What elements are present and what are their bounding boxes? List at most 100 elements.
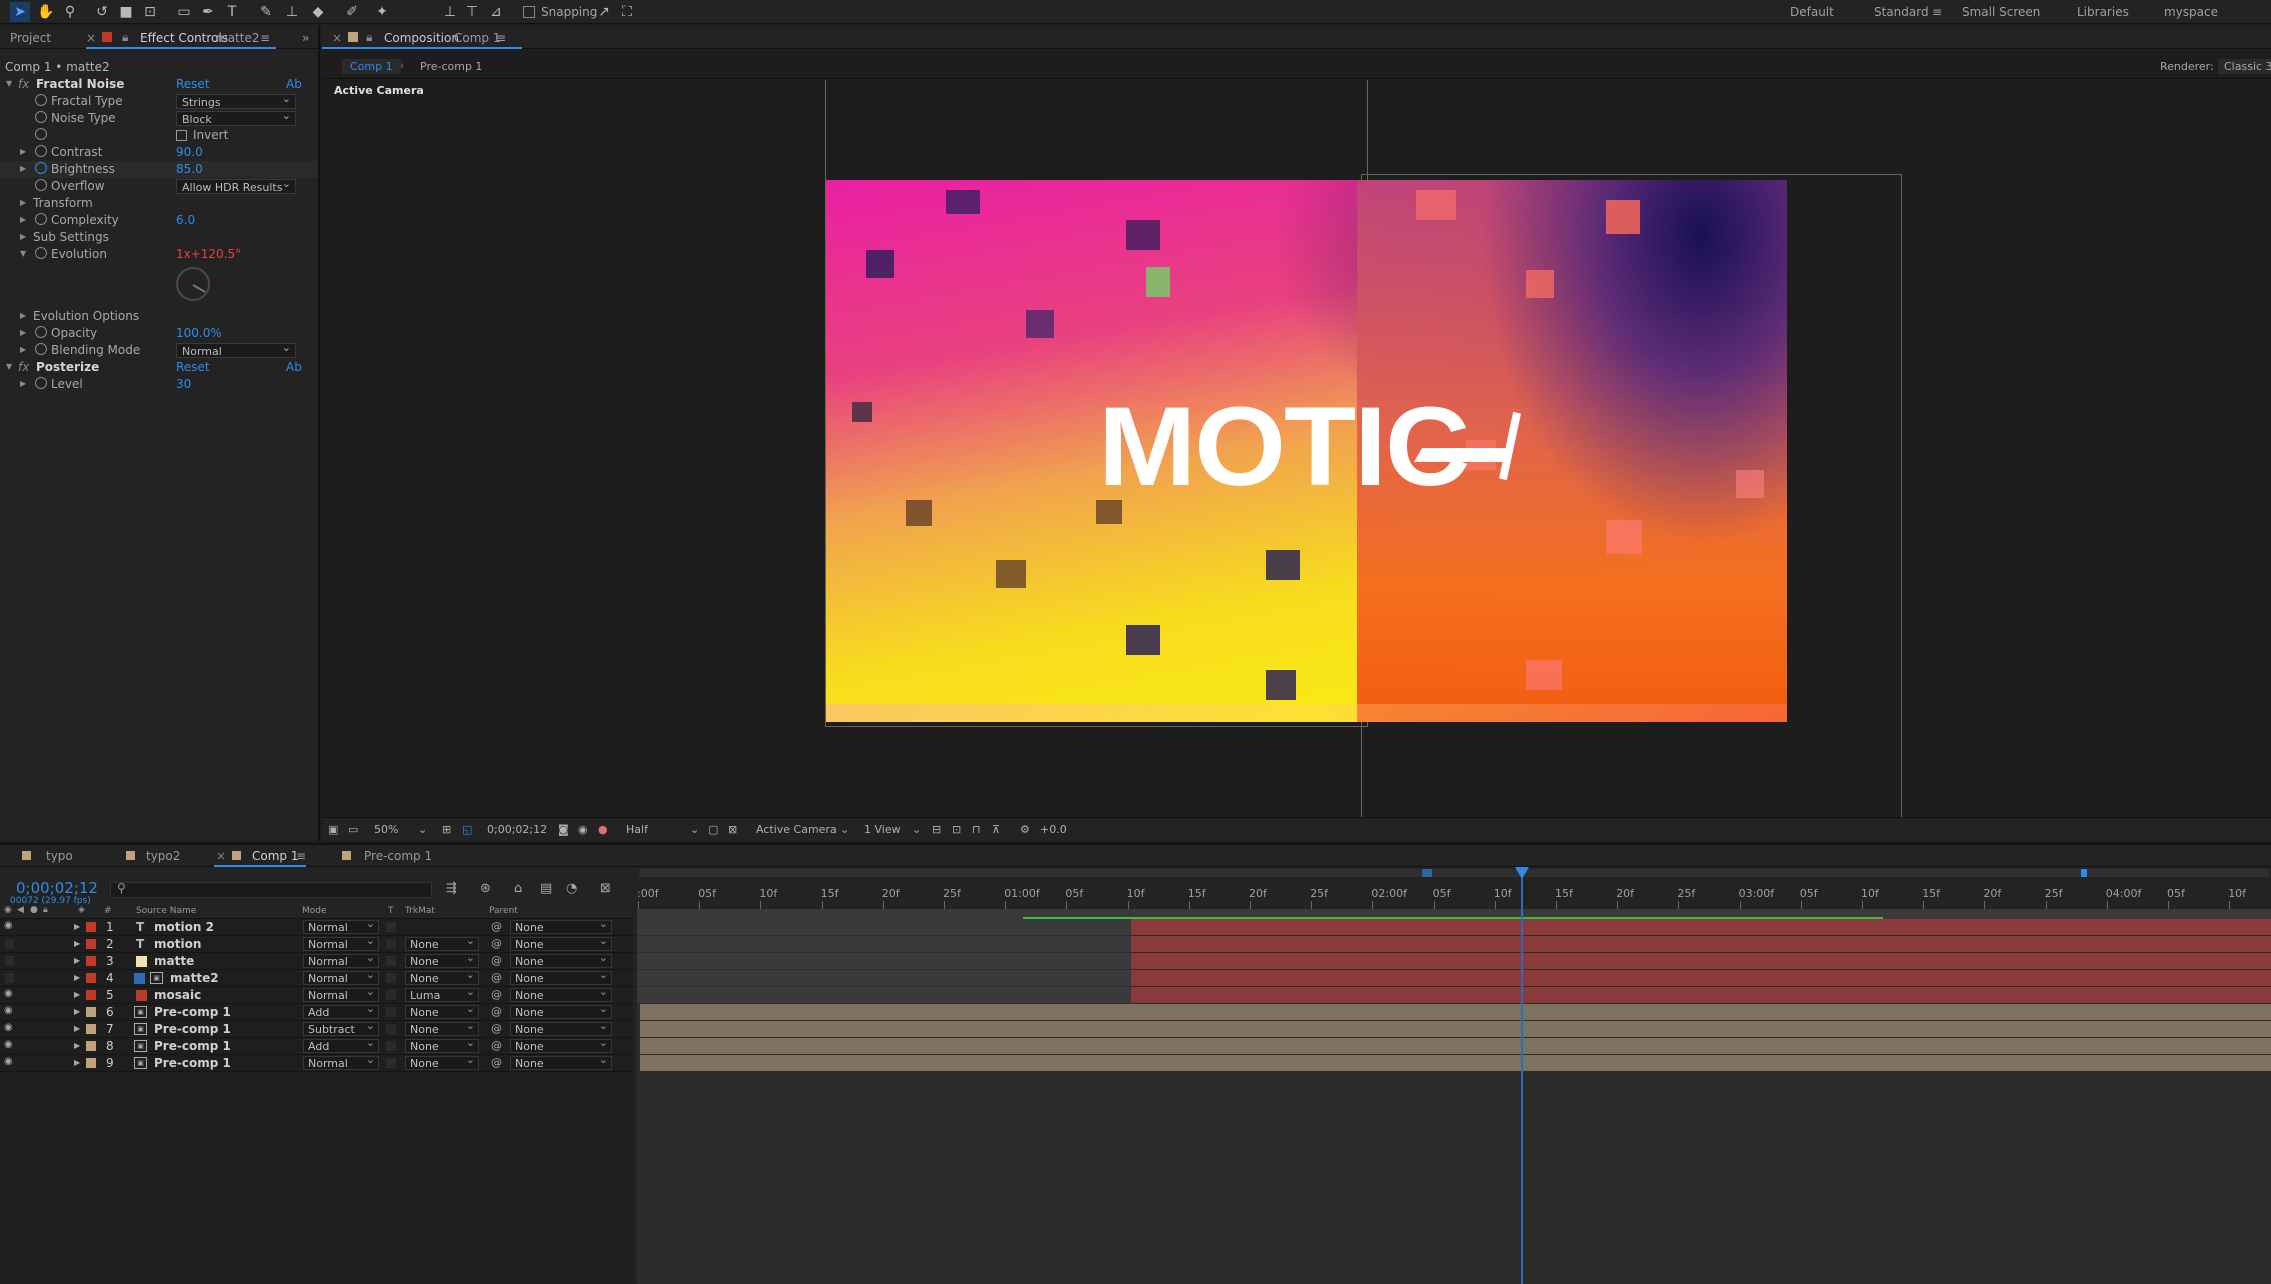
zoom-dropdown-arrow-icon[interactable]: ⌄ [418, 823, 427, 836]
blending-mode-dropdown[interactable]: Normal [176, 341, 296, 358]
video-toggle-icon[interactable]: ◉ [4, 905, 12, 915]
fx-icon[interactable]: fx [18, 77, 29, 91]
blend-mode-dropdown[interactable]: Normal [303, 968, 379, 985]
label-color-swatch[interactable] [86, 1058, 96, 1068]
label-color-swatch[interactable] [86, 956, 96, 966]
preserve-transparency-toggle[interactable] [386, 1007, 396, 1017]
eye-icon[interactable]: ◉ [4, 1022, 13, 1033]
eye-icon[interactable]: ◉ [4, 1039, 13, 1050]
invert-checkbox[interactable] [176, 130, 187, 141]
eye-icon[interactable]: ◉ [4, 1005, 13, 1016]
fit-frame-icon[interactable]: ⊞ [442, 823, 451, 836]
color-channels-icon[interactable]: ● [598, 823, 608, 836]
panel-menu-icon[interactable]: ≡ [496, 31, 506, 45]
layer-row[interactable]: ▶ 4 ▣ matte2 Normal None @ None [0, 968, 633, 987]
noise-type-dropdown[interactable]: Block [176, 109, 296, 126]
lock-icon[interactable]: 🔒︎ [366, 30, 372, 45]
stopwatch-icon[interactable] [35, 343, 47, 355]
exposure-reset-icon[interactable]: ⚙ [1020, 823, 1030, 836]
eraser-tool-icon[interactable]: ◆ [308, 2, 328, 22]
time-ruler[interactable]: :00f 05f 10f 15f 20f 25f 01:00f 05f 10f 15f 20f 25f… [637, 867, 2271, 919]
layer-duration-bar[interactable] [1131, 953, 2271, 969]
view-axis-icon[interactable]: ⊿ [486, 2, 506, 22]
lock-column-icon[interactable]: 🔒︎ [43, 905, 48, 915]
expand-triangle-icon[interactable]: ▶ [74, 990, 80, 999]
label-color-swatch[interactable] [86, 973, 96, 983]
timeline-timecode[interactable]: 0;00;02;12 [16, 879, 98, 897]
reset-link[interactable]: Reset [176, 360, 210, 374]
lock-icon[interactable]: 🔒︎ [122, 30, 128, 45]
current-time-indicator[interactable] [1521, 867, 1523, 1284]
type-tool-icon[interactable]: T [222, 2, 242, 22]
tab-composition[interactable]: Composition [384, 31, 459, 45]
renderer-value[interactable]: Classic 3D [2218, 59, 2271, 74]
expand-triangle-icon[interactable]: ▶ [74, 1058, 80, 1067]
pick-whip-icon[interactable]: @ [491, 1022, 502, 1035]
pick-whip-icon[interactable]: @ [491, 988, 502, 1001]
source-name-column-header[interactable]: Source Name [136, 906, 196, 916]
pick-whip-icon[interactable]: @ [491, 954, 502, 967]
sub-settings-row[interactable]: ▶ Sub Settings [0, 229, 318, 246]
layer-duration-bar[interactable] [640, 1004, 2271, 1020]
expand-triangle-icon[interactable]: ▶ [74, 1024, 80, 1033]
overflow-dropdown[interactable]: Allow HDR Results [176, 177, 296, 194]
snapping-checkbox[interactable] [523, 6, 535, 18]
stopwatch-icon[interactable] [35, 94, 47, 106]
pick-whip-icon[interactable]: @ [491, 1039, 502, 1052]
track-matte-dropdown[interactable]: None [405, 1053, 479, 1070]
workspace-libraries[interactable]: Libraries [2077, 5, 2129, 19]
stopwatch-icon[interactable] [35, 377, 47, 389]
work-area-end-handle[interactable] [2081, 869, 2087, 877]
track-matte-dropdown[interactable]: Luma [405, 985, 479, 1002]
track-matte-dropdown[interactable]: None [405, 1002, 479, 1019]
subtab-comp1[interactable]: Comp 1 [342, 59, 401, 74]
camera-dropdown[interactable]: Active Camera [756, 823, 837, 836]
layer-row[interactable]: ◉ ▶ 1 Tmotion 2 Normal @ None [0, 917, 633, 936]
preserve-transparency-toggle[interactable] [386, 956, 396, 966]
monitor-icon[interactable]: ▭ [348, 823, 358, 836]
layer-duration-bar[interactable] [640, 1021, 2271, 1037]
eye-off-placeholder[interactable] [5, 956, 14, 966]
expand-triangle-icon[interactable]: ▶ [20, 311, 26, 320]
preserve-transparency-toggle[interactable] [386, 939, 396, 949]
layer-duration-bar[interactable] [1131, 919, 2271, 935]
expand-triangle-icon[interactable]: ▶ [74, 956, 80, 965]
transform-row[interactable]: ▶ Transform [0, 195, 318, 212]
layer-duration-bar[interactable] [1131, 987, 2271, 1003]
expand-triangle-icon[interactable]: ▶ [20, 379, 26, 388]
pick-whip-icon[interactable]: @ [491, 1005, 502, 1018]
expand-triangle-icon[interactable]: ▶ [20, 345, 26, 354]
preserve-transparency-toggle[interactable] [386, 1024, 396, 1034]
tab-precomp1[interactable]: Pre-comp 1 [364, 849, 432, 863]
eye-off-placeholder[interactable] [5, 939, 14, 949]
close-tab-icon[interactable]: × [216, 849, 226, 863]
expand-triangle-icon[interactable]: ▶ [20, 198, 26, 207]
blend-mode-dropdown[interactable]: Normal [303, 1053, 379, 1070]
flowchart-icon[interactable]: ⊼ [992, 823, 1000, 836]
layer-row[interactable]: ▶ 3 matte Normal None @ None [0, 951, 633, 970]
fast-previews-icon[interactable]: ⊡ [952, 823, 961, 836]
parent-dropdown[interactable]: None [510, 1002, 612, 1019]
eye-off-placeholder[interactable] [5, 973, 14, 983]
zoom-dropdown[interactable]: 50% [374, 823, 398, 836]
graph-editor-icon[interactable]: ⊠ [600, 881, 611, 896]
expand-triangle-icon[interactable]: ▶ [20, 232, 26, 241]
parent-dropdown[interactable]: None [510, 1053, 612, 1070]
label-color-swatch[interactable] [86, 922, 96, 932]
pick-whip-icon[interactable]: @ [491, 920, 502, 933]
current-timecode[interactable]: 0;00;02;12 [487, 823, 547, 836]
track-matte-dropdown[interactable]: None [405, 951, 479, 968]
fractal-type-dropdown[interactable]: Strings [176, 92, 296, 109]
safe-zones-icon[interactable]: ◱ [462, 823, 472, 836]
playhead-icon[interactable] [1515, 867, 1529, 879]
preserve-transparency-toggle[interactable] [386, 1041, 396, 1051]
layer-duration-bar[interactable] [1131, 970, 2271, 986]
tab-effect-controls[interactable]: Effect Controls [140, 31, 228, 45]
stopwatch-icon[interactable] [35, 128, 47, 140]
composition-mini-flowchart-icon[interactable]: ⇶ [446, 881, 457, 896]
track-matte-dropdown[interactable]: None [405, 968, 479, 985]
parent-dropdown[interactable]: None [510, 934, 612, 951]
layer-row[interactable]: ◉ ▶ 8 ▣ Pre-comp 1 Add None @ None [0, 1036, 633, 1055]
expand-triangle-icon[interactable]: ▶ [20, 328, 26, 337]
eye-icon[interactable]: ◉ [4, 1056, 13, 1067]
